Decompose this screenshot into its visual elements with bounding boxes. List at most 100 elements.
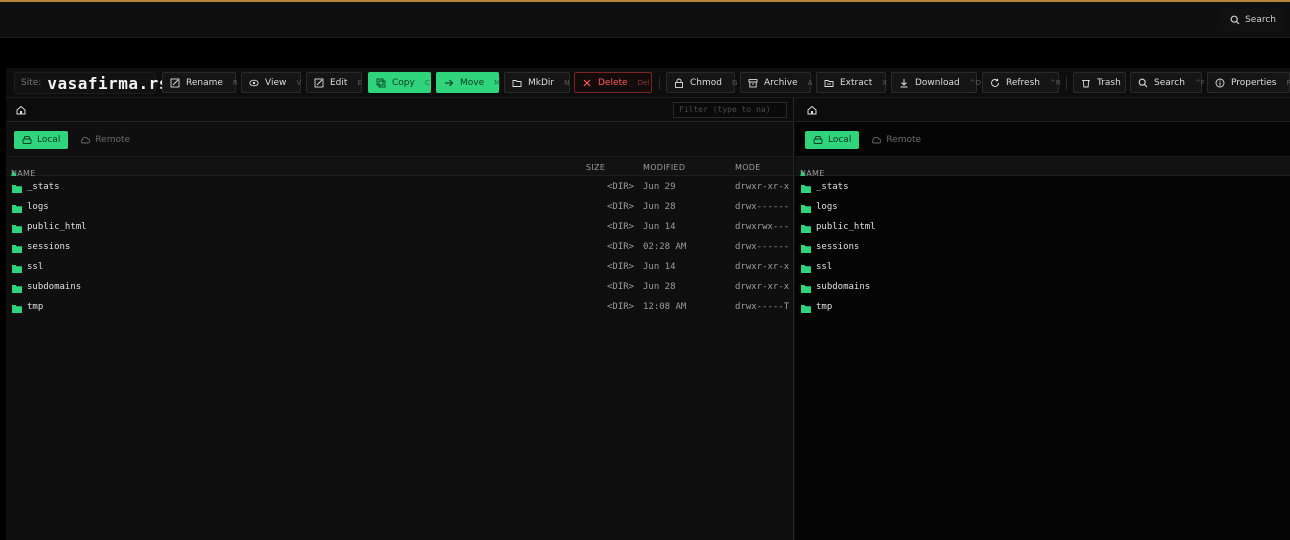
edit-label: Edit: [330, 77, 348, 88]
extract-label: Extract: [840, 77, 873, 88]
filter-input[interactable]: Filter (type to na): [673, 102, 787, 118]
column-mode-header[interactable]: MODE: [735, 163, 761, 172]
search-shortcut: ^F: [1194, 78, 1205, 87]
refresh-label: Refresh: [1006, 77, 1040, 88]
sort-ascending-icon: ▲: [800, 169, 806, 177]
delete-shortcut: Del: [637, 78, 650, 87]
folder-icon: [801, 184, 811, 193]
copy-button[interactable]: Copy C: [368, 72, 431, 93]
home-icon[interactable]: [806, 104, 818, 116]
file-size: <DIR>: [607, 222, 635, 232]
right-column-header: NAME ▲: [795, 156, 1290, 178]
folder-icon: [12, 264, 22, 273]
eye-icon: [249, 78, 259, 88]
archive-icon: [748, 78, 758, 88]
table-row[interactable]: sessions <DIR> 02:28 AM drwx------: [6, 238, 793, 258]
copy-label: Copy: [392, 77, 415, 88]
tab-remote[interactable]: Remote: [863, 131, 929, 149]
search-button[interactable]: Search ^F: [1130, 72, 1205, 93]
folder-icon: [12, 284, 22, 293]
tab-local[interactable]: Local: [805, 131, 860, 149]
folder-open-icon: [824, 78, 834, 88]
x-icon: [582, 78, 592, 88]
table-row[interactable]: public_html <DIR> Jun 14 drwxrwx---: [6, 218, 793, 238]
file-mode: drwxr-xr-x: [735, 182, 790, 192]
archive-label: Archive: [764, 77, 798, 88]
folder-icon: [801, 244, 811, 253]
extract-shortcut: X: [882, 78, 888, 87]
file-modified: 12:08 AM: [643, 302, 687, 312]
right-file-list: _stats logs public_html sessions ssl subdomai…: [795, 178, 1290, 318]
lock-icon: [674, 78, 684, 88]
table-row[interactable]: _stats: [795, 178, 1290, 198]
table-row[interactable]: ssl: [795, 258, 1290, 278]
sort-ascending-icon: ▲: [11, 169, 17, 177]
properties-button[interactable]: Properties P: [1207, 72, 1290, 93]
refresh-icon: [990, 78, 1000, 88]
file-modified: Jun 14: [643, 262, 676, 272]
column-modified-header[interactable]: MODIFIED: [643, 163, 685, 172]
tab-remote[interactable]: Remote: [72, 131, 138, 149]
tab-remote-label: Remote: [886, 135, 922, 145]
column-size-header[interactable]: SIZE: [586, 163, 605, 172]
folder-icon: [801, 304, 811, 313]
file-modified: Jun 28: [643, 202, 676, 212]
table-row[interactable]: ssl <DIR> Jun 14 drwxr-xr-x: [6, 258, 793, 278]
file-size: <DIR>: [607, 242, 635, 252]
left-path-bar: Filter (type to na): [6, 98, 793, 122]
archive-button[interactable]: Archive A: [740, 72, 813, 93]
chmod-label: Chmod: [690, 77, 722, 88]
download-shortcut: ^D: [969, 78, 982, 87]
tab-local[interactable]: Local: [14, 131, 69, 149]
file-size: <DIR>: [607, 262, 635, 272]
table-row[interactable]: logs: [795, 198, 1290, 218]
table-row[interactable]: tmp: [795, 298, 1290, 318]
file-size: <DIR>: [607, 282, 635, 292]
refresh-button[interactable]: Refresh ^R: [982, 72, 1061, 93]
properties-label: Properties: [1231, 77, 1277, 88]
view-button[interactable]: View V: [241, 72, 301, 93]
archive-shortcut: A: [807, 78, 813, 87]
mkdir-button[interactable]: MkDir N: [504, 72, 570, 93]
download-button[interactable]: Download ^D: [891, 72, 981, 93]
file-name: ssl: [27, 262, 44, 272]
left-source-tabs: Local Remote: [14, 131, 138, 149]
table-row[interactable]: sessions: [795, 238, 1290, 258]
copy-shortcut: C: [424, 78, 430, 87]
home-icon[interactable]: [15, 104, 27, 116]
trash-button[interactable]: Trash: [1073, 72, 1126, 93]
delete-label: Delete: [598, 77, 628, 88]
site-indicator: Site: vasafirma.rs: [14, 72, 168, 94]
edit-button[interactable]: Edit E: [306, 72, 362, 93]
refresh-shortcut: ^R: [1050, 78, 1061, 87]
arrow-right-icon: [444, 78, 454, 88]
properties-shortcut: P: [1286, 78, 1290, 87]
delete-button[interactable]: Delete Del: [574, 72, 652, 93]
file-manager: Site: vasafirma.rs Rename R View V Edit …: [6, 68, 1290, 540]
chmod-button[interactable]: Chmod G: [666, 72, 737, 93]
table-row[interactable]: subdomains: [795, 278, 1290, 298]
global-search-button[interactable]: Search: [1222, 9, 1284, 31]
rename-button[interactable]: Rename R: [162, 72, 238, 93]
trash-label: Trash: [1097, 77, 1121, 88]
file-name: public_html: [816, 222, 876, 232]
extract-button[interactable]: Extract X: [816, 72, 888, 93]
table-row[interactable]: logs <DIR> Jun 28 drwx------: [6, 198, 793, 218]
toolbar-divider: [659, 76, 660, 90]
top-bar: Search: [0, 2, 1290, 38]
move-button[interactable]: Move M: [436, 72, 500, 93]
table-row[interactable]: _stats <DIR> Jun 29 drwxr-xr-x: [6, 178, 793, 198]
table-row[interactable]: subdomains <DIR> Jun 28 drwxr-xr-x: [6, 278, 793, 298]
view-label: View: [265, 77, 287, 88]
table-row[interactable]: tmp <DIR> 12:08 AM drwx-----T: [6, 298, 793, 318]
rename-shortcut: R: [232, 78, 238, 87]
download-label: Download: [915, 77, 960, 88]
file-mode: drwxrwx---: [735, 222, 790, 232]
search-icon: [1138, 78, 1148, 88]
table-row[interactable]: public_html: [795, 218, 1290, 238]
rename-label: Rename: [186, 77, 223, 88]
left-pane: Filter (type to na) Local Remote NAME ▲ …: [6, 98, 794, 540]
file-name: tmp: [816, 302, 833, 312]
file-mode: drwx------: [735, 242, 790, 252]
folder-icon: [12, 204, 22, 213]
